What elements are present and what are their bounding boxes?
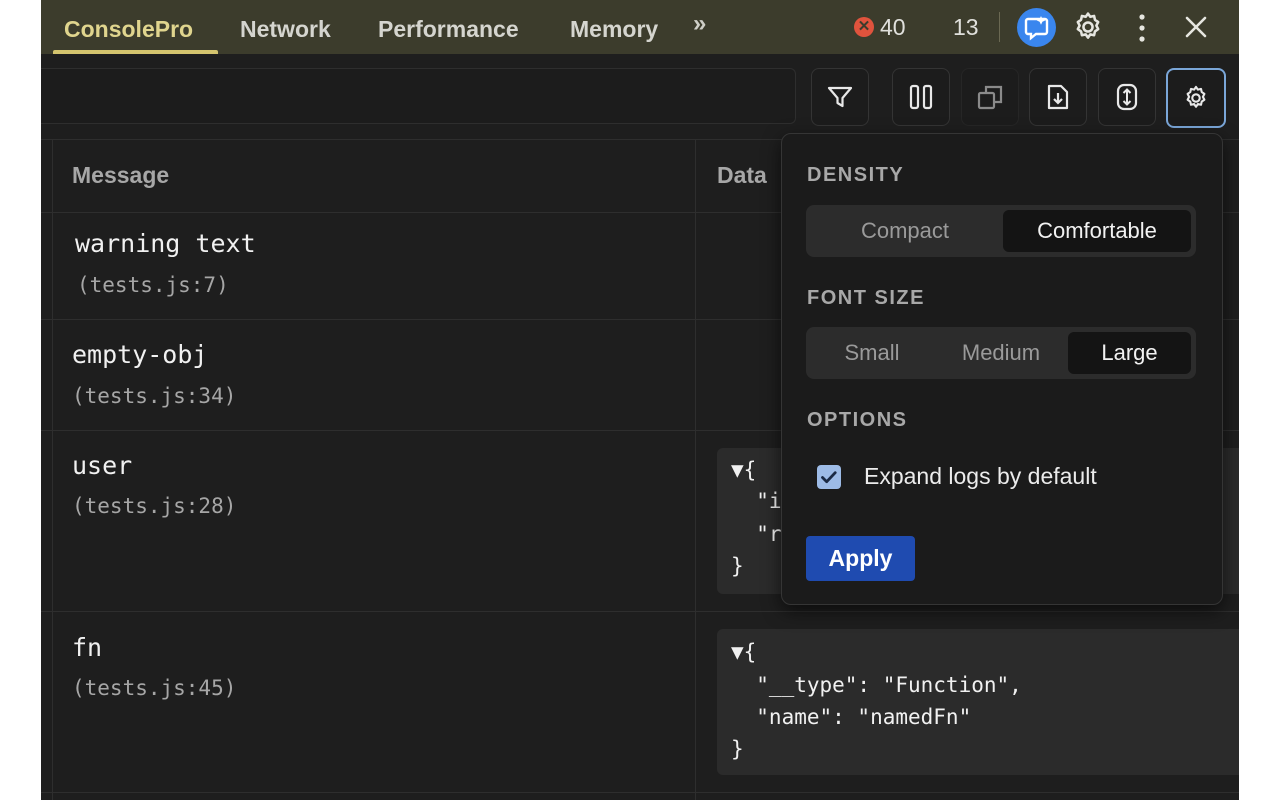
density-option-comfortable[interactable]: Comfortable [1003,210,1191,252]
log-message[interactable]: fn [72,633,102,662]
font-size-segmented-control: Small Medium Large [806,327,1196,379]
expand-logs-label[interactable]: Expand logs by default [864,463,1097,490]
warning-count[interactable]: 13 [953,14,979,41]
font-size-option-large[interactable]: Large [1068,332,1191,374]
expand-all-button[interactable] [1098,68,1156,126]
tab-performance[interactable]: Performance [378,0,519,54]
kebab-menu-icon[interactable] [1137,12,1147,44]
divider [999,12,1000,42]
close-icon[interactable] [1181,12,1211,42]
error-count[interactable]: 40 [880,14,906,41]
gear-icon[interactable] [1071,10,1105,44]
object-line: "__type": "Function", [731,673,1022,697]
apply-button[interactable]: Apply [806,536,915,581]
row-divider [41,611,1239,612]
log-message[interactable]: empty-obj [72,340,207,369]
column-header-data[interactable]: Data [717,162,767,189]
log-source-link[interactable]: (tests.js:45) [72,676,236,700]
settings-popover: DENSITY Compact Comfortable FONT SIZE Sm… [781,133,1223,605]
column-header-message[interactable]: Message [72,162,169,189]
log-message[interactable]: user [72,451,132,480]
object-line: } [731,554,744,578]
object-line: "r [731,522,782,546]
download-button[interactable] [1029,68,1087,126]
devtools-panel: ConsolePro Network Performance Memory » … [41,0,1239,800]
object-toggle[interactable]: ▼{ [731,640,756,664]
settings-icon [1186,85,1206,108]
column-divider [52,139,53,800]
filter-input[interactable] [41,68,796,124]
density-segmented-control: Compact Comfortable [806,205,1196,257]
expand-vertical-icon [1116,83,1138,111]
tab-bar: ConsolePro Network Performance Memory » … [41,0,1239,55]
log-source-link[interactable]: (tests.js:34) [72,384,236,408]
log-source-link[interactable]: (tests.js:28) [72,494,236,518]
object-line: "i [731,489,782,513]
error-icon: ✕ [854,17,874,37]
density-heading: DENSITY [807,164,905,186]
object-line: "name": "namedFn" [731,705,972,729]
filter-button[interactable] [811,68,869,126]
pause-button[interactable] [892,68,950,126]
tab-network[interactable]: Network [240,0,331,54]
console-toolbar [41,54,1239,138]
checkmark-icon [821,471,837,484]
row-divider [41,792,1239,793]
column-divider[interactable] [695,139,696,800]
copy-button[interactable] [961,68,1019,126]
pause-icon [909,84,933,110]
settings-button[interactable] [1166,68,1226,128]
options-heading: OPTIONS [807,409,908,431]
density-option-compact[interactable]: Compact [811,210,999,252]
expand-logs-checkbox[interactable] [817,465,841,489]
font-size-option-medium[interactable]: Medium [937,332,1065,374]
download-icon [1047,84,1069,110]
object-viewer[interactable]: ▼{ "__type": "Function", "name": "namedF… [717,629,1239,775]
object-line: } [731,737,744,761]
copy-icon [977,85,1003,110]
object-toggle[interactable]: ▼{ [731,458,756,482]
font-size-heading: FONT SIZE [807,287,925,309]
tab-memory[interactable]: Memory [570,0,658,54]
filter-icon [827,86,853,108]
font-size-option-small[interactable]: Small [811,332,933,374]
log-source-link[interactable]: (tests.js:7) [77,273,229,297]
tab-consolepro[interactable]: ConsolePro [64,0,193,54]
log-message[interactable]: warning text [75,229,256,258]
more-tabs-icon[interactable]: » [693,10,706,38]
ai-assistant-icon[interactable] [1017,8,1056,47]
